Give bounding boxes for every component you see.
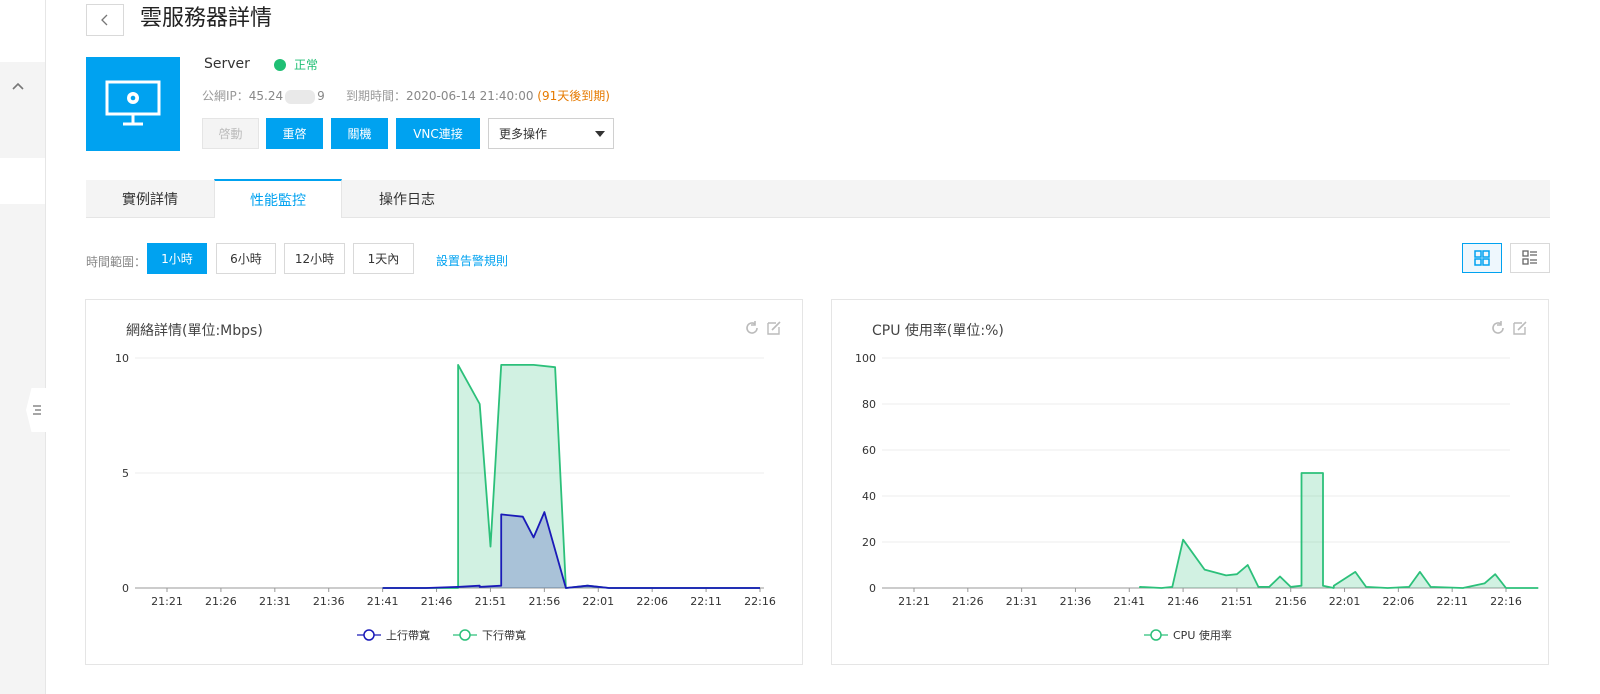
tab-instance-details[interactable]: 實例詳情 bbox=[86, 180, 214, 218]
expire-label: 到期時間： bbox=[346, 89, 407, 103]
series-area bbox=[382, 512, 760, 588]
expire-value: 2020-06-14 21:40:00 bbox=[406, 89, 534, 103]
status-text: 正常 bbox=[294, 58, 319, 72]
collapse-handle[interactable] bbox=[26, 388, 48, 432]
x-tick-label: 21:31 bbox=[1006, 595, 1038, 608]
expire-info: 到期時間：2020-06-14 21:40:00 (91天後到期) bbox=[346, 87, 610, 104]
y-tick-label: 20 bbox=[862, 536, 876, 549]
time-range-label: 時間範圍： bbox=[86, 255, 147, 269]
alarm-rule-link[interactable]: 設置告警規則 bbox=[436, 252, 508, 269]
list-view-button[interactable] bbox=[1510, 243, 1550, 273]
server-icon bbox=[86, 57, 180, 151]
cpu-chart: 100 80 60 40 20 0 21:21 21:26 21:31 21:36 21:41 21:… bbox=[855, 352, 1539, 608]
more-actions-select[interactable]: 更多操作 bbox=[488, 118, 614, 149]
tab-operation-log[interactable]: 操作日志 bbox=[342, 180, 472, 218]
legend-cpu[interactable]: CPU 使用率 bbox=[1173, 627, 1232, 643]
x-tick-label: 21:41 bbox=[1113, 595, 1145, 608]
x-tick-label: 22:06 bbox=[636, 595, 668, 608]
series-area bbox=[382, 364, 760, 588]
cpu-chart-panel: CPU 使用率(單位:%) 100 80 60 40 20 0 21:21 21:26 21:3… bbox=[831, 299, 1549, 665]
y-tick-label: 5 bbox=[122, 467, 129, 480]
range-1d-button[interactable]: 1天內 bbox=[353, 243, 414, 274]
public-ip: 公網IP：45.24 9 bbox=[202, 87, 325, 104]
monitor-icon bbox=[105, 80, 161, 126]
x-tick-label: 21:26 bbox=[952, 595, 984, 608]
x-tick-label: 21:46 bbox=[1167, 595, 1199, 608]
x-tick-label: 21:21 bbox=[898, 595, 930, 608]
x-tick-label: 22:11 bbox=[690, 595, 722, 608]
x-tick-label: 21:31 bbox=[259, 595, 291, 608]
y-tick-label: 0 bbox=[869, 582, 876, 595]
ip-value-end: 9 bbox=[317, 89, 325, 103]
start-button[interactable]: 啓動 bbox=[202, 118, 259, 149]
series-area bbox=[1140, 473, 1539, 588]
network-chart-panel: 網絡詳情(單位:Mbps) 10 5 0 21:21 21:26 21:31 21:36 21… bbox=[85, 299, 803, 665]
network-legend: 上行帶寬 下行帶寬 bbox=[356, 627, 526, 643]
x-tick-label: 21:41 bbox=[367, 595, 399, 608]
series-line bbox=[382, 364, 760, 589]
legend-marker-icon bbox=[453, 629, 477, 641]
expire-note: (91天後到期) bbox=[537, 89, 610, 103]
status-badge: 正常 bbox=[274, 56, 318, 73]
y-tick-label: 40 bbox=[862, 490, 876, 503]
x-tick-label: 21:36 bbox=[313, 595, 345, 608]
range-12h-button[interactable]: 12小時 bbox=[284, 243, 345, 274]
vnc-button[interactable]: VNC連接 bbox=[396, 118, 480, 149]
server-name: Server bbox=[204, 56, 250, 72]
x-tick-label: 21:26 bbox=[205, 595, 237, 608]
chevron-left-icon bbox=[101, 14, 108, 26]
x-tick-label: 22:11 bbox=[1436, 595, 1468, 608]
ip-value-start: 45.24 bbox=[248, 89, 284, 103]
x-tick-label: 21:51 bbox=[1221, 595, 1253, 608]
list-view-icon bbox=[1522, 250, 1537, 265]
x-tick-label: 22:06 bbox=[1383, 595, 1415, 608]
shutdown-button[interactable]: 關機 bbox=[331, 118, 388, 149]
series-line bbox=[382, 511, 760, 589]
network-chart: 10 5 0 21:21 21:26 21:31 21:36 21:41 21:46 21:51 2… bbox=[115, 352, 776, 608]
x-tick-label: 21:21 bbox=[151, 595, 183, 608]
x-tick-label: 21:56 bbox=[529, 595, 561, 608]
page-title: 雲服務器詳情 bbox=[140, 6, 273, 31]
tab-performance-monitor[interactable]: 性能監控 bbox=[214, 179, 342, 218]
ip-label: 公網IP： bbox=[202, 89, 249, 103]
left-nav-block bbox=[0, 0, 45, 14]
y-tick-label: 60 bbox=[862, 444, 876, 457]
x-tick-label: 22:16 bbox=[744, 595, 776, 608]
grid-icon bbox=[1474, 250, 1490, 266]
cpu-legend: CPU 使用率 bbox=[1143, 627, 1232, 643]
grid-view-button[interactable] bbox=[1462, 243, 1502, 273]
y-tick-label: 100 bbox=[855, 352, 876, 365]
x-tick-label: 21:51 bbox=[475, 595, 507, 608]
legend-download[interactable]: 下行帶寬 bbox=[482, 627, 526, 643]
x-tick-label: 22:16 bbox=[1490, 595, 1522, 608]
x-tick-label: 22:01 bbox=[582, 595, 614, 608]
left-nav-block bbox=[0, 14, 45, 62]
back-button[interactable] bbox=[86, 4, 124, 36]
caret-down-icon bbox=[595, 131, 605, 137]
restart-button[interactable]: 重啓 bbox=[266, 118, 323, 149]
y-tick-label: 0 bbox=[122, 582, 129, 595]
range-6h-button[interactable]: 6小時 bbox=[216, 243, 276, 274]
x-tick-label: 21:56 bbox=[1275, 595, 1307, 608]
list-icon bbox=[33, 405, 41, 415]
tab-bar: 實例詳情 性能監控 操作日志 bbox=[86, 179, 1550, 218]
y-tick-label: 10 bbox=[115, 352, 129, 365]
left-nav-block bbox=[0, 158, 45, 204]
chevron-up-icon[interactable] bbox=[8, 76, 28, 96]
legend-marker-icon bbox=[1144, 629, 1168, 641]
y-tick-label: 80 bbox=[862, 398, 876, 411]
ip-mask bbox=[285, 89, 316, 104]
left-nav-strip bbox=[0, 0, 48, 694]
legend-marker-icon bbox=[357, 629, 381, 641]
x-tick-label: 21:36 bbox=[1060, 595, 1092, 608]
status-dot-icon bbox=[274, 58, 286, 71]
x-tick-label: 21:46 bbox=[421, 595, 453, 608]
legend-upload[interactable]: 上行帶寬 bbox=[386, 627, 430, 643]
more-actions-label: 更多操作 bbox=[499, 127, 548, 141]
range-1h-button[interactable]: 1小時 bbox=[147, 243, 207, 274]
x-tick-label: 22:01 bbox=[1329, 595, 1361, 608]
